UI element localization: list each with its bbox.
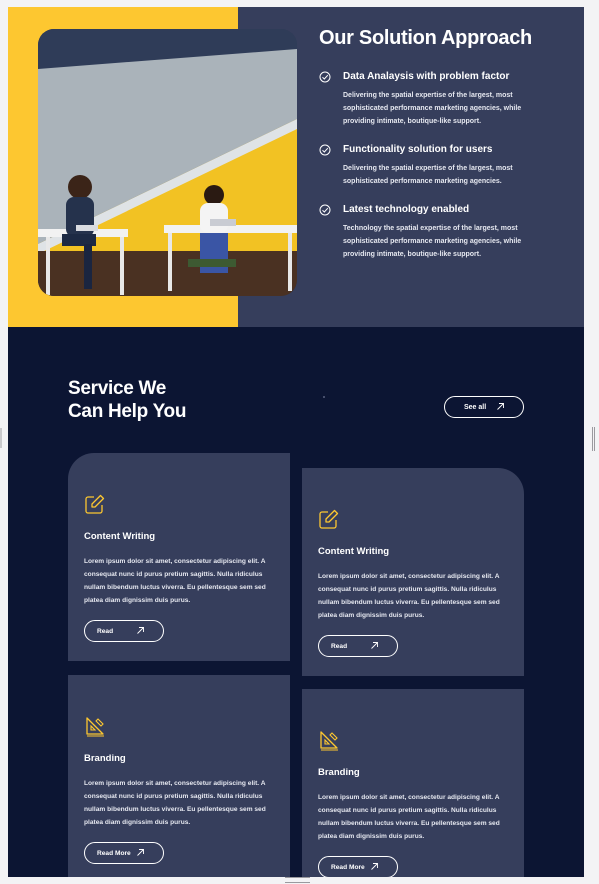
service-card-desc: Lorem ipsum dolor sit amet, consectetur …	[84, 780, 266, 826]
services-title-line1: Service We	[68, 378, 167, 399]
service-card-desc: Lorem ipsum dolor sit amet, consectetur …	[318, 573, 500, 619]
read-more-button-label: Read More	[97, 849, 131, 857]
solution-section: Our Solution Approach Data Analaysis wit…	[8, 7, 584, 327]
services-title-line2: Can Help You	[68, 401, 187, 422]
service-card-title: Branding	[84, 753, 126, 764]
service-card: Branding Lorem ipsum dolor sit amet, con…	[302, 689, 524, 877]
office-photo	[38, 29, 297, 296]
page-viewport: Our Solution Approach Data Analaysis wit…	[8, 7, 584, 877]
check-circle-icon	[319, 71, 331, 83]
services-title: Service We Can Help You	[68, 377, 186, 423]
service-card: Branding Lorem ipsum dolor sit amet, con…	[68, 675, 290, 877]
solution-point-title: Latest technology enabled	[343, 204, 470, 215]
see-all-label: See all	[464, 403, 487, 411]
edit-icon	[85, 494, 105, 514]
design-tools-icon	[320, 731, 338, 751]
read-button-label: Read	[97, 627, 114, 635]
read-button[interactable]: Read	[84, 620, 164, 642]
solution-point-title: Functionality solution for users	[343, 144, 493, 155]
design-tools-icon	[86, 717, 104, 737]
check-circle-icon	[319, 144, 331, 156]
right-resize-handle[interactable]	[592, 427, 595, 451]
solution-title: Our Solution Approach	[319, 27, 532, 49]
arrow-up-right-icon	[137, 627, 144, 634]
solution-point-title: Data Analaysis with problem factor	[343, 71, 510, 82]
solution-point-desc: Technology the spatial expertise of the …	[343, 225, 522, 258]
decorative-dot	[323, 396, 325, 398]
read-more-button-label: Read More	[331, 863, 365, 871]
service-card-title: Content Writing	[84, 531, 156, 542]
service-card-title: Content Writing	[318, 546, 390, 557]
service-card: Content Writing Lorem ipsum dolor sit am…	[68, 453, 290, 661]
arrow-up-right-icon	[371, 863, 378, 870]
read-more-button[interactable]: Read More	[84, 842, 164, 864]
arrow-up-right-icon	[371, 642, 378, 649]
service-card-desc: Lorem ipsum dolor sit amet, consectetur …	[84, 558, 266, 604]
see-all-button[interactable]: See all	[444, 396, 524, 418]
left-resize-handle[interactable]	[0, 428, 2, 448]
read-more-button[interactable]: Read More	[318, 856, 398, 877]
arrow-up-right-icon	[137, 849, 144, 856]
arrow-up-right-icon	[497, 403, 504, 410]
service-card: Content Writing Lorem ipsum dolor sit am…	[302, 468, 524, 676]
bottom-resize-handle[interactable]	[285, 877, 310, 883]
solution-point-desc: Delivering the spatial expertise of the …	[343, 92, 522, 125]
service-card-desc: Lorem ipsum dolor sit amet, consectetur …	[318, 794, 500, 840]
read-button[interactable]: Read	[318, 635, 398, 657]
service-card-title: Branding	[318, 767, 360, 778]
solution-point-desc: Delivering the spatial expertise of the …	[343, 165, 513, 185]
edit-icon	[319, 509, 339, 529]
read-button-label: Read	[331, 642, 348, 650]
check-circle-icon	[319, 204, 331, 216]
